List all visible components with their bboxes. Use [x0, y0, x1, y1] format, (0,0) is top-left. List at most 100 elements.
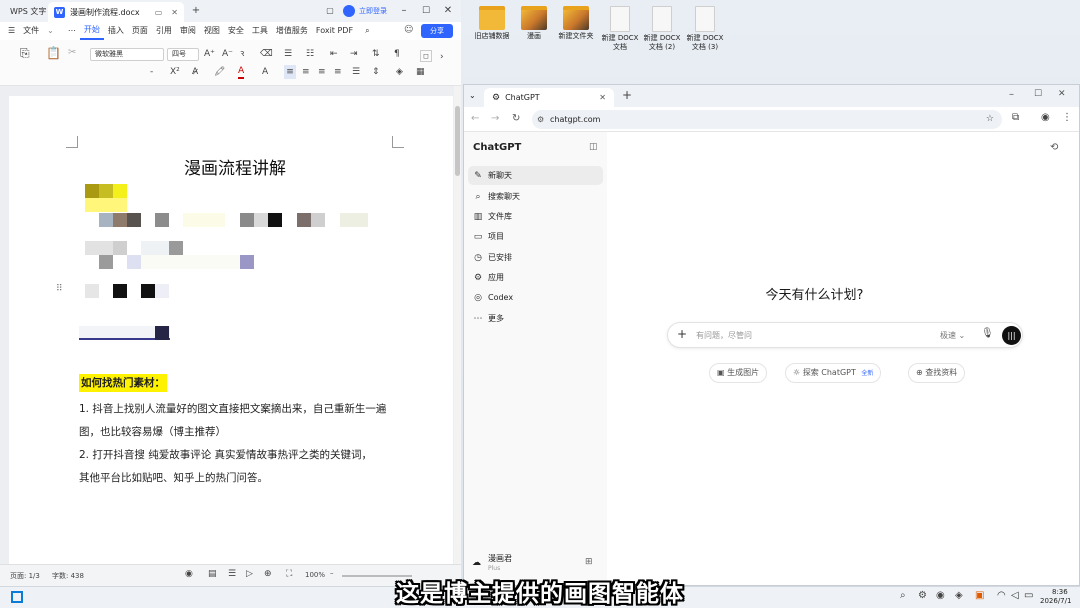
- address-bar[interactable]: ⚙ chatgpt.com ☆: [532, 110, 1002, 129]
- bullet-list-icon[interactable]: ☰: [284, 47, 292, 61]
- page-count[interactable]: 页面: 1/3: [10, 571, 40, 581]
- login-link[interactable]: 立即登录: [359, 6, 387, 16]
- close-tab-icon[interactable]: ✕: [171, 8, 178, 17]
- tray-icon[interactable]: ◈: [955, 590, 963, 601]
- justify-icon[interactable]: ≡: [334, 65, 342, 79]
- drag-handle-icon[interactable]: ⠿: [56, 284, 63, 294]
- profile-icon[interactable]: ◉: [1041, 112, 1050, 123]
- document-heading[interactable]: 如何找热门素材：: [79, 374, 167, 392]
- maximize-icon[interactable]: ☐: [418, 3, 434, 19]
- battery-icon[interactable]: ▭: [1024, 590, 1033, 601]
- cut-icon[interactable]: ✂: [68, 46, 76, 60]
- sidebar-item-scheduled[interactable]: ◷ 已安排: [468, 248, 603, 267]
- browser-menu-icon[interactable]: ⋮: [1062, 112, 1072, 123]
- bookmark-star-icon[interactable]: ☆: [986, 110, 994, 129]
- text-effect-icon[interactable]: A̷: [192, 65, 198, 79]
- voice-mode-icon[interactable]: |||: [1002, 326, 1021, 345]
- scrollbar-thumb[interactable]: [455, 106, 460, 176]
- play-icon[interactable]: ▷: [246, 569, 253, 579]
- sidebar-item-apps[interactable]: ⚙ 应用: [468, 268, 603, 287]
- shading-icon[interactable]: ◈: [396, 65, 403, 79]
- sidebar-item-projects[interactable]: ▭ 项目: [468, 227, 603, 246]
- styles-icon[interactable]: ◻: [420, 50, 432, 62]
- grow-font-icon[interactable]: A⁺: [204, 47, 215, 61]
- sidebar-item-library[interactable]: ▥ 文件库: [468, 207, 603, 226]
- sidebar-toggle-icon[interactable]: ◫: [589, 142, 598, 152]
- reload-icon[interactable]: ↻: [512, 113, 520, 124]
- volume-icon[interactable]: ◁: [1011, 590, 1019, 601]
- document-paragraph[interactable]: 其他平台比如贴吧、知乎上的热门问答。: [79, 470, 268, 485]
- menu-insert[interactable]: 插入: [104, 22, 128, 40]
- page-view-icon[interactable]: ▤: [208, 569, 217, 579]
- clipboard-icon[interactable]: 📋: [46, 46, 61, 60]
- menu-security[interactable]: 安全: [224, 22, 248, 40]
- menu-view[interactable]: 视图: [200, 22, 224, 40]
- text-format-icon[interactable]: ꝛ: [240, 47, 244, 61]
- menu-page[interactable]: 页面: [128, 22, 152, 40]
- start-button-icon[interactable]: [11, 591, 23, 603]
- wps-app-tab[interactable]: WPS 文字: [4, 3, 52, 20]
- menu-review[interactable]: 审阅: [176, 22, 200, 40]
- desktop-icon-folder[interactable]: 旧店铺数据: [472, 6, 512, 41]
- chip-generate-image[interactable]: ▣ 生成图片: [709, 363, 768, 383]
- desktop-icon-docx-3[interactable]: 新建 DOCX 文档 (3): [685, 6, 725, 52]
- font-color-icon[interactable]: A: [238, 65, 245, 79]
- menu-value-added[interactable]: 增值服务: [272, 22, 312, 40]
- close-tab-icon[interactable]: ✕: [599, 93, 606, 102]
- clock-time[interactable]: 8:36: [1052, 588, 1068, 596]
- chevron-down-icon[interactable]: ⌄: [43, 22, 58, 40]
- chat-input[interactable]: + 有问题，尽管问 极速 ⌄ 🎙 |||: [667, 322, 1023, 348]
- sidebar-item-codex[interactable]: ◎ Codex: [468, 288, 603, 307]
- chip-find-info[interactable]: ⊕ 查找资料: [908, 363, 966, 383]
- feedback-icon[interactable]: ☺: [404, 25, 413, 35]
- search-icon[interactable]: ⌕: [361, 22, 373, 40]
- borders-icon[interactable]: ▦: [416, 65, 425, 79]
- minimize-icon[interactable]: –: [1009, 89, 1014, 100]
- shrink-font-icon[interactable]: A⁻: [222, 47, 233, 61]
- window-mode-icon[interactable]: ▢: [322, 3, 338, 19]
- numbered-list-icon[interactable]: ☷: [306, 47, 314, 61]
- more-icon[interactable]: ⋯: [64, 22, 80, 40]
- font-size-select[interactable]: 四号: [167, 48, 199, 61]
- new-tab-icon[interactable]: +: [188, 3, 204, 19]
- temporary-chat-icon[interactable]: ⟲: [1050, 142, 1058, 153]
- forward-icon[interactable]: →: [491, 113, 499, 124]
- tray-icon[interactable]: ▣: [975, 590, 984, 601]
- desktop-icon-docx-1[interactable]: 新建 DOCX 文档: [600, 6, 640, 52]
- document-paragraph[interactable]: 1. 抖音上找别人流量好的图文直接把文案摘出来，自己重新生一遍: [79, 401, 386, 416]
- sidebar-item-search[interactable]: ⌕ 搜索聊天: [468, 187, 603, 206]
- microphone-icon[interactable]: 🎙: [981, 328, 994, 339]
- wps-doc-tab[interactable]: W 漫画制作流程.docx ▭ ✕: [48, 2, 184, 22]
- chatgpt-logo[interactable]: ChatGPT: [473, 142, 521, 153]
- back-icon[interactable]: ←: [471, 113, 479, 124]
- site-info-icon[interactable]: ⚙: [537, 110, 544, 129]
- align-right-icon[interactable]: ≡: [318, 65, 326, 79]
- menu-reference[interactable]: 引用: [152, 22, 176, 40]
- clock-date[interactable]: 2026/7/1: [1040, 597, 1071, 605]
- menu-foxit-pdf[interactable]: Foxit PDF: [312, 22, 357, 40]
- distribute-icon[interactable]: ☰: [352, 65, 360, 79]
- tray-icon[interactable]: ◉: [936, 590, 945, 601]
- chrome-tab[interactable]: ⚙ ChatGPT ✕: [484, 88, 614, 107]
- tray-icon[interactable]: ⌕: [900, 590, 906, 601]
- web-view-icon[interactable]: ⊕: [264, 569, 272, 579]
- document-paragraph[interactable]: 图，也比较容易爆（博主推荐）: [79, 424, 226, 439]
- minimize-icon[interactable]: –: [396, 3, 412, 19]
- paste-icon[interactable]: ⎘: [20, 46, 30, 60]
- document-paragraph[interactable]: 2. 打开抖音搜 纯爱故事评论 真实爱情故事热评之类的关键词，: [79, 447, 372, 462]
- clear-format-icon[interactable]: ⌫: [260, 47, 273, 61]
- show-marks-icon[interactable]: ¶: [394, 47, 400, 61]
- bold-icon[interactable]: -: [150, 65, 153, 79]
- highlight-icon[interactable]: 🖍: [214, 65, 225, 79]
- desktop-icon-manga[interactable]: 漫画: [514, 6, 554, 41]
- align-left-icon[interactable]: ≡: [284, 65, 296, 79]
- fit-icon[interactable]: ⛶: [286, 569, 292, 579]
- maximize-icon[interactable]: ☐: [1034, 89, 1042, 99]
- line-spacing-icon[interactable]: ⇕: [372, 65, 380, 79]
- sort-icon[interactable]: ⇅: [372, 47, 380, 61]
- hamburger-icon[interactable]: ☰: [4, 22, 19, 40]
- eye-icon[interactable]: ◉: [185, 569, 193, 579]
- tab-search-icon[interactable]: ⌄: [469, 91, 476, 100]
- model-selector[interactable]: 极速 ⌄: [940, 330, 965, 341]
- outdent-icon[interactable]: ⇤: [330, 47, 338, 61]
